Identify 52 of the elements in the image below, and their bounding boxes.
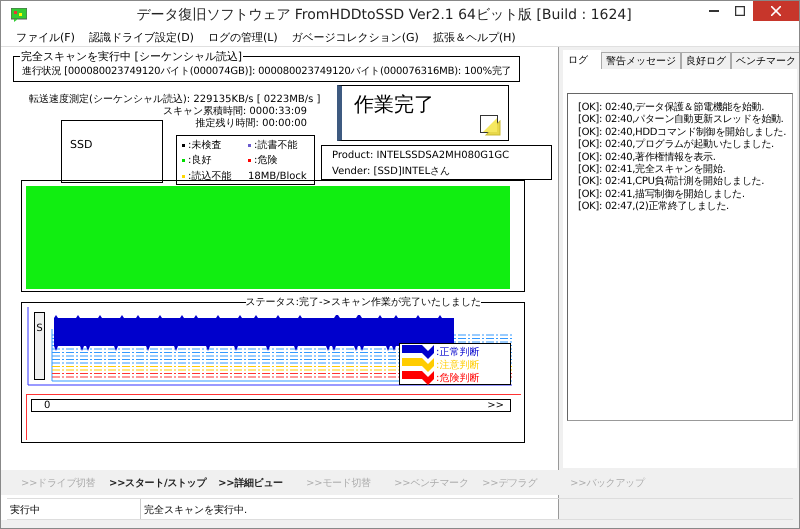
legend-label: :良好 <box>188 154 212 168</box>
menu-item[interactable]: ファイル(F) <box>9 30 82 45</box>
log-entry: [OK]: 02:40,HDDコマンド制御を開始しました. <box>578 126 788 138</box>
log-entry: [OK]: 02:40,著作権情報を表示. <box>578 152 717 164</box>
remaining-time: 推定残り時間: 00:00:00 <box>194 118 307 130</box>
menu-item[interactable]: 拡張＆ヘルプ(H) <box>426 30 523 45</box>
minimize-icon <box>709 10 719 12</box>
toolbar-button[interactable]: >>スタート/ストップ <box>109 476 206 490</box>
maximize-icon <box>735 6 745 16</box>
log-tab[interactable]: 良好ログ <box>681 52 731 69</box>
block-size: 18MB/Block <box>248 170 307 184</box>
menu-item[interactable]: ログの管理(L) <box>200 30 285 45</box>
log-entry: [OK]: 02:40,プログラムが起動いたしました. <box>578 139 775 152</box>
drive-type: SSD <box>70 138 92 151</box>
scroll-start: 0 <box>44 400 50 411</box>
judgement-label: :危険判断 <box>436 372 480 384</box>
state-title: 作業完了 <box>354 91 434 118</box>
log-entry: [OK]: 02:41,描写制御を開始しました. <box>578 188 746 200</box>
scan-title: 完全スキャンを実行中 [シーケンシャル読込] <box>20 49 244 64</box>
log-entry: [OK]: 02:47,(2)正常終了しました. <box>578 201 730 214</box>
log-entry: [OK]: 02:40,データ保護＆節電機能を始動. <box>578 102 766 114</box>
status-bar-text: 実行中 <box>7 499 141 519</box>
scroll-more[interactable]: >> <box>487 400 504 411</box>
axis-label: S <box>36 323 43 336</box>
transfer-speed: 転送速度測定(シーケンシャル読込): 229135KB/s [ 0223MB/s ] <box>29 92 321 106</box>
log-entry: [OK]: 02:40,パターン自動更新スレッドを始動. <box>578 114 785 126</box>
menu-item[interactable]: ガベージコレクション(G) <box>284 30 426 45</box>
legend-label: :読込不能 <box>188 170 232 184</box>
judgement-label: :正常判断 <box>436 346 480 358</box>
app-icon <box>11 8 27 22</box>
log-entry: [OK]: 02:41,CPU負荷計測を開始しました. <box>578 176 766 188</box>
toolbar-button[interactable]: >>詳細ビュー <box>218 476 294 490</box>
log-entry: [OK]: 02:41,完全スキャンを開始. <box>578 164 726 176</box>
legend-label: :未検査 <box>188 138 222 154</box>
legend-label: :危険 <box>254 154 278 168</box>
elapsed-time: スキャン累積時間: 0000:33:09 <box>162 106 307 118</box>
timeline-scrollbar[interactable]: 0 >> <box>31 399 511 412</box>
window-title: データ復旧ソフトウェア FromHDDtoSSD Ver2.1 64ビット版 [Build : 1624] <box>135 6 633 24</box>
close-button[interactable] <box>753 1 799 21</box>
log-tab[interactable]: ベンチマーク <box>731 52 799 69</box>
legend-label: :読書不能 <box>254 138 298 154</box>
progress-text: 進行状況 [000080023749120バイト(000074GB)]: 000080023749120バイト(000076316MB): 100%完了 <box>22 64 512 78</box>
vendor-name: Vender: [SSD]INTELさん <box>332 165 452 179</box>
product-name: Product: INTELSSDSA2MH080G1GC <box>332 149 510 163</box>
log-tab[interactable]: 警告メッセージ <box>601 52 681 69</box>
status-title: ステータス:完了->スキャン作業が完了いたしました <box>246 296 481 309</box>
judgement-label: :注意判断 <box>436 358 480 372</box>
log-tab[interactable]: ログ <box>563 50 601 69</box>
menu-item[interactable]: 認識ドライブ設定(D) <box>82 30 201 45</box>
status-bar-text: 完全スキャンを実行中. <box>143 504 248 518</box>
close-icon <box>771 6 781 16</box>
note-icon <box>480 115 502 137</box>
